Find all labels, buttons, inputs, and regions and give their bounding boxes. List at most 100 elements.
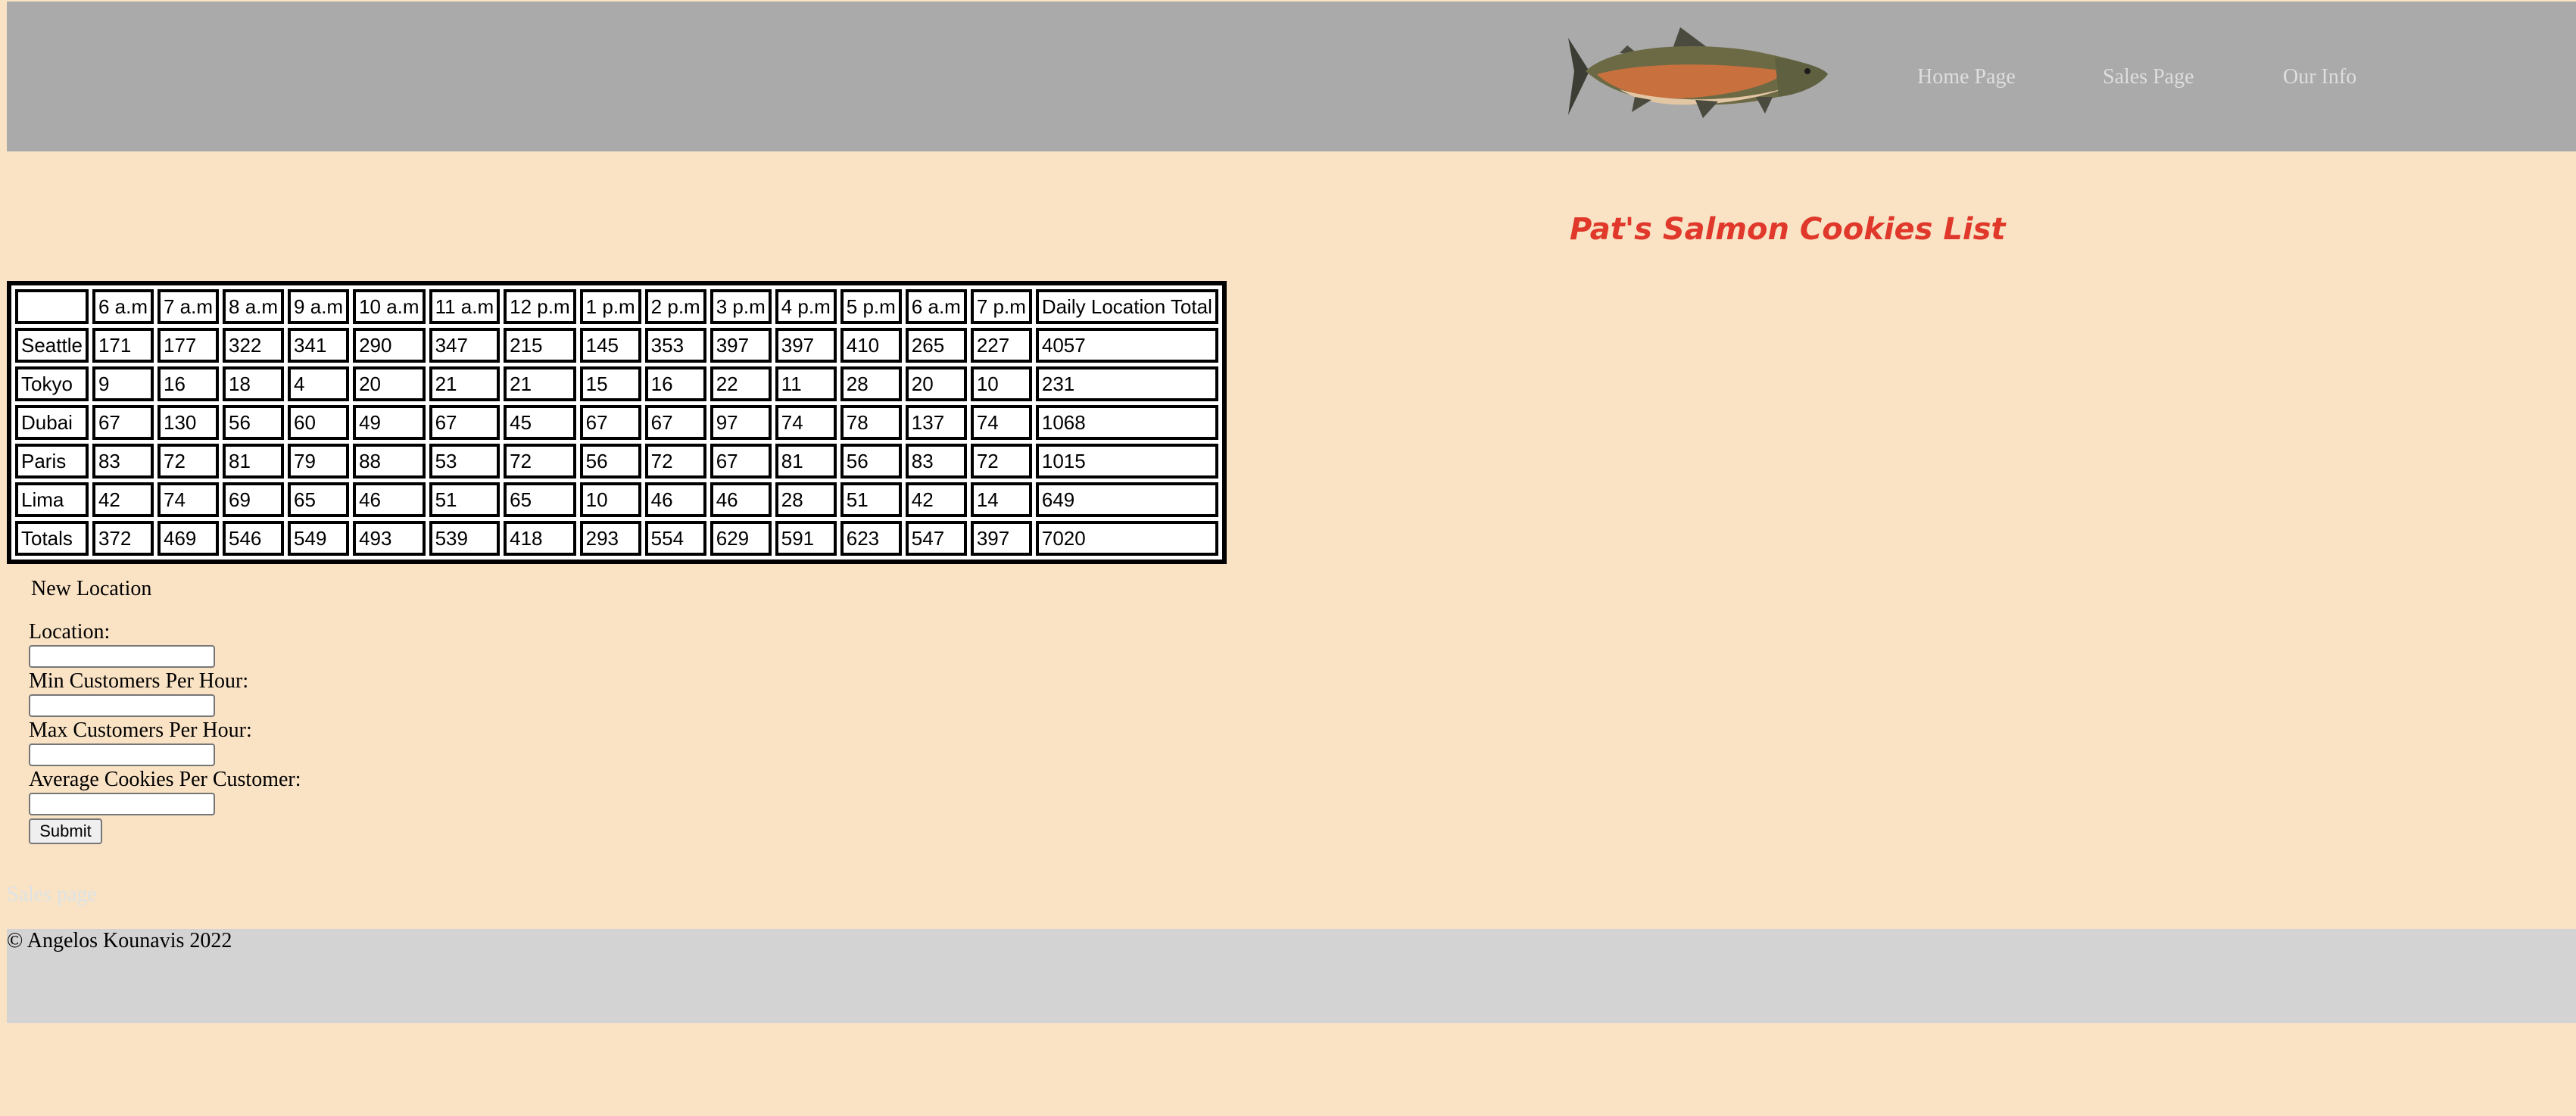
avg-cookies-input[interactable] — [29, 793, 215, 815]
table-cell: 649 — [1035, 482, 1218, 517]
table-cell: 72 — [504, 444, 576, 479]
salmon-logo-image — [1568, 27, 1828, 118]
table-cell: 83 — [92, 444, 154, 479]
table-cell: 69 — [223, 482, 285, 517]
table-cell: 53 — [429, 444, 501, 479]
table-header-cell: 3 p.m — [709, 289, 772, 324]
table-cell: 67 — [709, 444, 772, 479]
table-cell: 341 — [288, 328, 350, 363]
table-cell: 7020 — [1035, 521, 1218, 556]
table-cell: 88 — [353, 444, 426, 479]
submit-button[interactable]: Submit — [29, 818, 102, 844]
min-customers-input[interactable] — [29, 694, 215, 717]
table-cell: 265 — [905, 328, 967, 363]
table-cell: 65 — [288, 482, 350, 517]
table-row-label-cell: Tokyo — [15, 366, 89, 401]
table-cell: 372 — [92, 521, 154, 556]
table-cell: 74 — [775, 405, 837, 440]
table-header-cell: 2 p.m — [644, 289, 706, 324]
table-cell: 215 — [504, 328, 576, 363]
table-cell: 81 — [775, 444, 837, 479]
nav-sales-page-link[interactable]: Sales Page — [2103, 65, 2194, 89]
page-title: Pat's Salmon Cookies List — [1570, 212, 2006, 247]
table-cell: 397 — [709, 328, 772, 363]
table-cell: 539 — [429, 521, 501, 556]
table-cell: 42 — [92, 482, 154, 517]
table-cell: 20 — [905, 366, 967, 401]
table-header-row: 6 a.m 7 a.m 8 a.m 9 a.m 10 a.m 11 a.m 12… — [15, 289, 1218, 324]
table-row-label-cell: Seattle — [15, 328, 89, 363]
table-cell: 397 — [775, 328, 837, 363]
table-cell: 46 — [644, 482, 706, 517]
table-row-label-cell: Totals — [15, 521, 89, 556]
table-header-cell: 12 p.m — [504, 289, 576, 324]
table-cell: 72 — [157, 444, 220, 479]
table-cell: 9 — [92, 366, 154, 401]
table-cell: 15 — [579, 366, 641, 401]
table-cell: 1015 — [1035, 444, 1218, 479]
table-cell: 14 — [970, 482, 1032, 517]
table-cell: 290 — [353, 328, 426, 363]
table-cell: 78 — [840, 405, 902, 440]
site-footer: © Angelos Kounavis 2022 — [7, 929, 2576, 1023]
table-cell: 493 — [353, 521, 426, 556]
table-cell: 79 — [288, 444, 350, 479]
table-cell: 629 — [709, 521, 772, 556]
table-cell: 65 — [504, 482, 576, 517]
table-cell: 67 — [92, 405, 154, 440]
table-cell: 42 — [905, 482, 967, 517]
nav-our-info-link[interactable]: Our Info — [2283, 65, 2356, 89]
table-cell: 67 — [429, 405, 501, 440]
max-customers-input[interactable] — [29, 743, 215, 766]
table-cell: 549 — [288, 521, 350, 556]
table-header-cell: 9 a.m — [288, 289, 350, 324]
table-cell: 10 — [970, 366, 1032, 401]
table-row-label-cell: Lima — [15, 482, 89, 517]
table-header-cell: 4 p.m — [775, 289, 837, 324]
table-cell: 11 — [775, 366, 837, 401]
table-cell: 137 — [905, 405, 967, 440]
table-header-cell: 11 a.m — [429, 289, 501, 324]
table-header-cell: Daily Location Total — [1035, 289, 1218, 324]
table-cell: 469 — [157, 521, 220, 556]
table-cell: 81 — [223, 444, 285, 479]
table-cell: 97 — [709, 405, 772, 440]
table-cell: 4057 — [1035, 328, 1218, 363]
table-row-label-cell: Dubai — [15, 405, 89, 440]
table-row: Tokyo 9 16 18 4 20 21 21 15 16 22 11 28 20 10 231 — [15, 366, 1218, 401]
location-label: Location: — [29, 620, 111, 644]
table-cell: 397 — [970, 521, 1032, 556]
table-cell: 72 — [644, 444, 706, 479]
table-header-cell: 8 a.m — [223, 289, 285, 324]
table-cell: 547 — [905, 521, 967, 556]
location-input[interactable] — [29, 645, 215, 668]
table-cell: 21 — [504, 366, 576, 401]
table-cell: 16 — [644, 366, 706, 401]
table-cell: 21 — [429, 366, 501, 401]
table-cell: 28 — [775, 482, 837, 517]
sales-page-link[interactable]: Sales page — [7, 883, 97, 907]
table-cell: 591 — [775, 521, 837, 556]
table-header-cell: 10 a.m — [353, 289, 426, 324]
table-cell: 74 — [157, 482, 220, 517]
table-row: Dubai 67 130 56 60 49 67 45 67 67 97 74 78 137 74 1068 — [15, 405, 1218, 440]
table-header-cell: 7 p.m — [970, 289, 1032, 324]
table-header-cell: 5 p.m — [840, 289, 902, 324]
form-legend: New Location — [31, 577, 152, 600]
table-cell: 46 — [353, 482, 426, 517]
table-header-cell — [15, 289, 89, 324]
table-cell: 18 — [223, 366, 285, 401]
table-cell: 227 — [970, 328, 1032, 363]
table-cell: 623 — [840, 521, 902, 556]
table-header-cell: 6 a.m — [905, 289, 967, 324]
avg-cookies-label: Average Cookies Per Customer: — [29, 768, 301, 791]
table-cell: 56 — [223, 405, 285, 440]
table-cell: 72 — [970, 444, 1032, 479]
table-row: Totals 372 469 546 549 493 539 418 293 554 629 591 6… — [15, 521, 1218, 556]
table-cell: 418 — [504, 521, 576, 556]
nav-home-page-link[interactable]: Home Page — [1917, 65, 2016, 89]
table-cell: 56 — [579, 444, 641, 479]
table-cell: 322 — [223, 328, 285, 363]
site-header: Home Page Sales Page Our Info — [7, 2, 2576, 151]
table-row: Lima 42 74 69 65 46 51 65 10 46 46 28 51 42 14 649 — [15, 482, 1218, 517]
